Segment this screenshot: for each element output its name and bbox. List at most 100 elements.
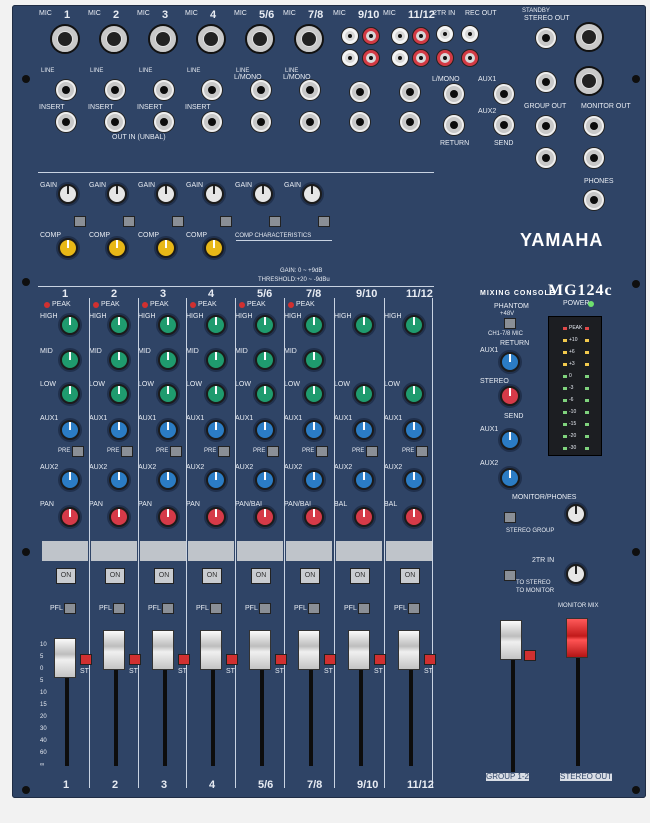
channel-fader[interactable]: [103, 630, 125, 670]
pad-switch[interactable]: [318, 216, 330, 227]
xlr-input-jack[interactable]: [99, 24, 129, 54]
pre-switch[interactable]: [316, 446, 328, 457]
eq-low-knob[interactable]: [206, 384, 226, 404]
aux1-knob[interactable]: [255, 420, 275, 440]
on-button[interactable]: ON: [350, 568, 370, 584]
pan-knob[interactable]: [109, 507, 129, 527]
line-input-jack[interactable]: [300, 80, 320, 100]
pfl-button[interactable]: [308, 603, 320, 614]
stereo-out-xlr-r[interactable]: [574, 66, 604, 96]
stereo-out-fader[interactable]: [566, 618, 588, 658]
eq-high-knob[interactable]: [354, 315, 374, 335]
eq-high-knob[interactable]: [60, 315, 80, 335]
2tr-in-r-jack[interactable]: [437, 50, 453, 66]
tr-in-level-knob[interactable]: [566, 564, 586, 584]
channel-fader[interactable]: [398, 630, 420, 670]
pad-switch[interactable]: [123, 216, 135, 227]
gain-knob[interactable]: [156, 184, 176, 204]
rca-jack-l2[interactable]: [392, 50, 408, 66]
pfl-button[interactable]: [358, 603, 370, 614]
line-input-r-jack[interactable]: [350, 112, 370, 132]
pfl-button[interactable]: [210, 603, 222, 614]
pre-switch[interactable]: [170, 446, 182, 457]
eq-low-knob[interactable]: [304, 384, 324, 404]
eq-low-knob[interactable]: [158, 384, 178, 404]
xlr-input-jack[interactable]: [148, 24, 178, 54]
aux1-knob[interactable]: [109, 420, 129, 440]
stereo-out-r-jack[interactable]: [536, 72, 556, 92]
rca-jack-r2[interactable]: [413, 50, 429, 66]
stereo-out-l-jack[interactable]: [536, 28, 556, 48]
return-stereo-knob[interactable]: [500, 386, 520, 406]
group-fader[interactable]: [500, 620, 522, 660]
pan-knob[interactable]: [255, 507, 275, 527]
on-button[interactable]: ON: [202, 568, 222, 584]
send-aux1-knob[interactable]: [500, 430, 520, 450]
on-button[interactable]: ON: [154, 568, 174, 584]
aux1-knob[interactable]: [354, 420, 374, 440]
group-out-1-jack[interactable]: [536, 116, 556, 136]
line-input-jack[interactable]: [400, 82, 420, 102]
pan-knob[interactable]: [304, 507, 324, 527]
eq-high-knob[interactable]: [109, 315, 129, 335]
rca-jack-r2[interactable]: [363, 50, 379, 66]
pfl-button[interactable]: [64, 603, 76, 614]
pan-knob[interactable]: [60, 507, 80, 527]
on-button[interactable]: ON: [251, 568, 271, 584]
comp-knob[interactable]: [58, 238, 78, 258]
aux2-knob[interactable]: [255, 470, 275, 490]
aux2-knob[interactable]: [60, 470, 80, 490]
2tr-in-l-jack[interactable]: [437, 26, 453, 42]
group-st-switch[interactable]: [524, 650, 536, 661]
pfl-button[interactable]: [162, 603, 174, 614]
pfl-button[interactable]: [113, 603, 125, 614]
line-input-jack[interactable]: [350, 82, 370, 102]
aux2-knob[interactable]: [354, 470, 374, 490]
line-input-r-jack[interactable]: [251, 112, 271, 132]
pan-knob[interactable]: [404, 507, 424, 527]
line-input-r-jack[interactable]: [400, 112, 420, 132]
gain-knob[interactable]: [302, 184, 322, 204]
stereo-out-xlr-l[interactable]: [574, 22, 604, 52]
channel-fader[interactable]: [200, 630, 222, 670]
eq-mid-knob[interactable]: [255, 350, 275, 370]
to-monitor-switch[interactable]: [504, 570, 516, 581]
pre-switch[interactable]: [416, 446, 428, 457]
xlr-input-jack[interactable]: [196, 24, 226, 54]
pad-switch[interactable]: [172, 216, 184, 227]
insert-jack[interactable]: [154, 112, 174, 132]
gain-knob[interactable]: [204, 184, 224, 204]
pad-switch[interactable]: [269, 216, 281, 227]
gain-knob[interactable]: [253, 184, 273, 204]
aux1-send-jack[interactable]: [494, 84, 514, 104]
pre-switch[interactable]: [267, 446, 279, 457]
rca-jack-l[interactable]: [342, 28, 358, 44]
aux2-knob[interactable]: [206, 470, 226, 490]
comp-knob[interactable]: [156, 238, 176, 258]
channel-fader[interactable]: [298, 630, 320, 670]
monitor-phones-knob[interactable]: [566, 504, 586, 524]
channel-fader[interactable]: [54, 638, 76, 678]
on-button[interactable]: ON: [400, 568, 420, 584]
pre-switch[interactable]: [72, 446, 84, 457]
aux2-knob[interactable]: [158, 470, 178, 490]
eq-low-knob[interactable]: [109, 384, 129, 404]
aux2-knob[interactable]: [404, 470, 424, 490]
gain-knob[interactable]: [58, 184, 78, 204]
aux2-knob[interactable]: [304, 470, 324, 490]
return-r-jack[interactable]: [444, 115, 464, 135]
rec-out-r-jack[interactable]: [462, 50, 478, 66]
monitor-out-r-jack[interactable]: [584, 148, 604, 168]
st-switch[interactable]: [226, 654, 238, 665]
phantom-switch[interactable]: [504, 318, 516, 329]
aux2-send-jack[interactable]: [494, 115, 514, 135]
eq-mid-knob[interactable]: [206, 350, 226, 370]
eq-high-knob[interactable]: [206, 315, 226, 335]
aux1-knob[interactable]: [158, 420, 178, 440]
pad-switch[interactable]: [74, 216, 86, 227]
eq-high-knob[interactable]: [255, 315, 275, 335]
aux1-knob[interactable]: [404, 420, 424, 440]
send-aux2-knob[interactable]: [500, 468, 520, 488]
channel-fader[interactable]: [152, 630, 174, 670]
eq-high-knob[interactable]: [304, 315, 324, 335]
